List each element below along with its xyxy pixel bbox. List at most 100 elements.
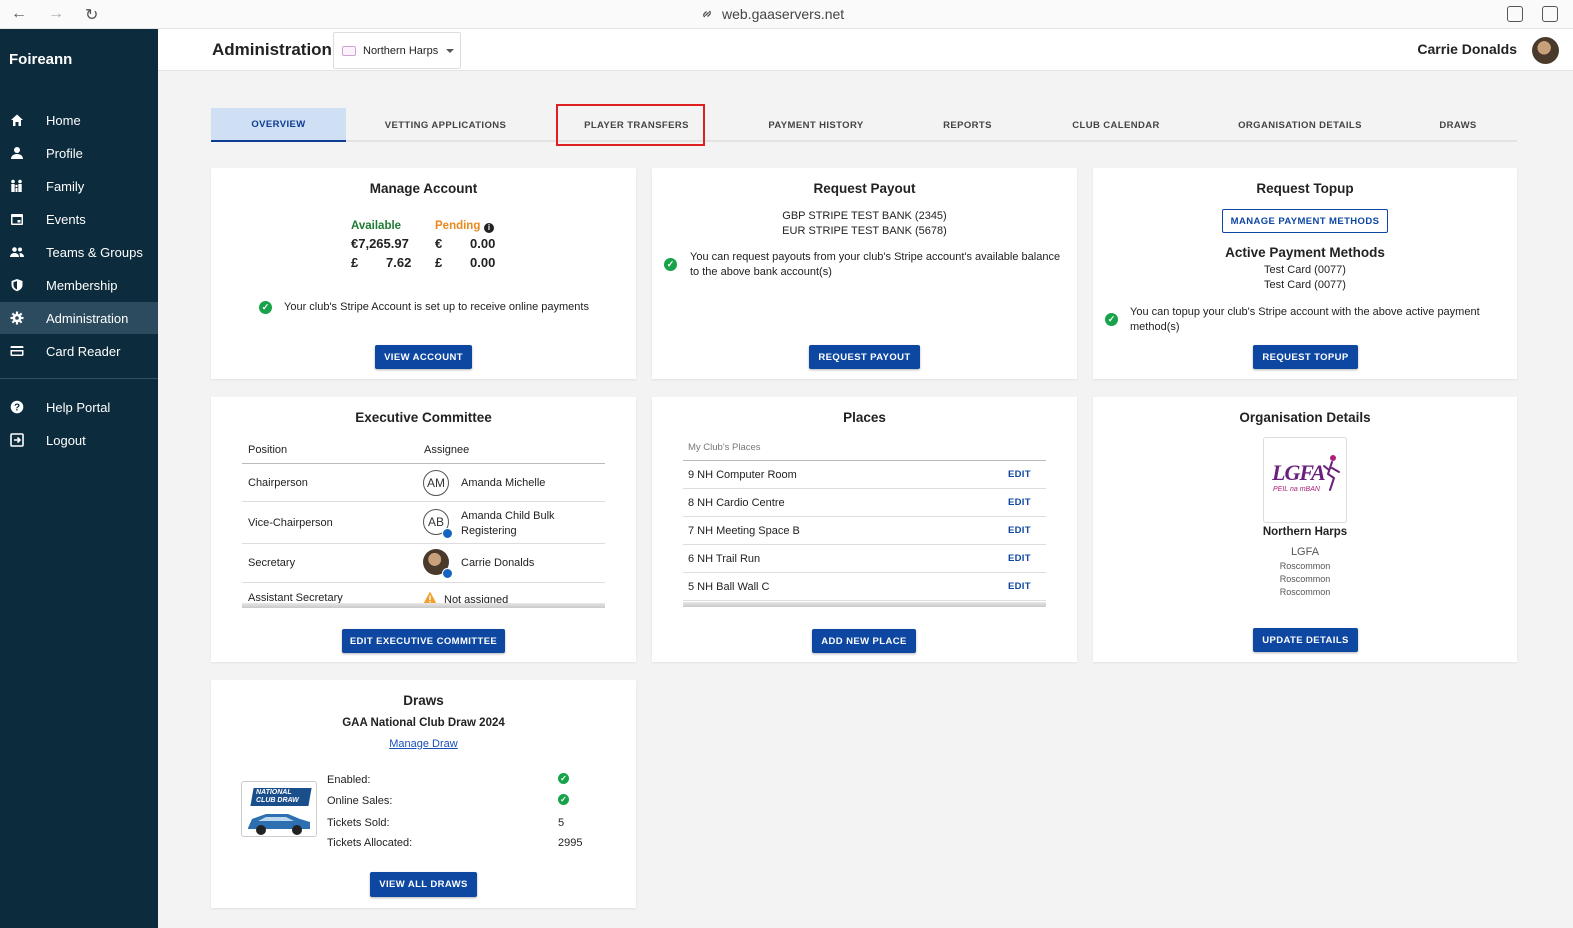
assignee-cell: Amanda Michelle: [461, 477, 546, 489]
card-title: Executive Committee: [355, 410, 492, 425]
sidebar-item-profile[interactable]: Profile: [0, 137, 158, 169]
tab-draws[interactable]: DRAWS: [1399, 108, 1517, 142]
assignee-cell: Amanda Child Bulk Registering: [461, 510, 555, 537]
request-payout-button[interactable]: REQUEST PAYOUT: [809, 345, 920, 369]
row-divider: [683, 600, 1046, 601]
card-title: Draws: [403, 693, 444, 708]
organisation-selector[interactable]: Northern Harps: [333, 32, 461, 69]
tab-overview[interactable]: OVERVIEW: [211, 108, 346, 142]
draw-logo: NATIONAL CLUB DRAW: [241, 781, 317, 837]
row-divider: [683, 516, 1046, 517]
edit-executive-committee-button[interactable]: EDIT EXECUTIVE COMMITTEE: [342, 629, 505, 653]
address-line-1: Roscommon: [1279, 561, 1331, 571]
manage-payment-methods-button[interactable]: MANAGE PAYMENT METHODS: [1222, 209, 1388, 233]
row-divider: [242, 543, 605, 544]
request-topup-card: Request Topup MANAGE PAYMENT METHODS Act…: [1093, 168, 1517, 379]
payment-method-2: Test Card (0077): [1264, 279, 1346, 291]
available-gbp: 7.62: [386, 255, 412, 270]
logo-text-line-2: CLUB DRAW: [256, 797, 299, 804]
tickets-allocated-value: 2995: [558, 837, 583, 849]
sidebar-item-label: Help Portal: [46, 399, 111, 415]
bank-account-1: GBP STRIPE TEST BANK (2345): [782, 210, 947, 222]
organisation-body: LGFA: [1290, 546, 1320, 558]
user-name[interactable]: Carrie Donalds: [1417, 41, 1517, 57]
sidebar-item-logout[interactable]: Logout: [0, 424, 158, 456]
place-name: 7 NH Meeting Space B: [688, 525, 800, 537]
row-divider: [242, 582, 605, 583]
sidebar-item-membership[interactable]: Membership: [0, 269, 158, 301]
pending-gbp: 0.00: [470, 255, 496, 270]
manage-draw-link[interactable]: Manage Draw: [211, 738, 636, 750]
logo-text: LGFA: [1272, 460, 1326, 485]
topup-info-text: You can topup your club's Stripe account…: [1130, 306, 1480, 333]
sidebar-toggle-icon[interactable]: [1542, 6, 1558, 22]
info-icon[interactable]: i: [484, 223, 494, 233]
sidebar-item-administration[interactable]: Administration: [0, 302, 158, 334]
sidebar-item-label: Family: [46, 178, 85, 194]
sidebar-item-label: Profile: [46, 145, 83, 161]
url-text: web.gaaservers.net: [722, 6, 845, 22]
page-title: Administration: [212, 40, 332, 59]
avatar: AM: [423, 470, 449, 496]
horizontal-scrollbar[interactable]: [242, 603, 605, 608]
add-new-place-button[interactable]: ADD NEW PLACE: [812, 629, 916, 653]
sidebar-item-family[interactable]: Family: [0, 170, 158, 202]
edit-place-link[interactable]: EDIT: [1008, 469, 1031, 480]
row-divider: [683, 572, 1046, 573]
sidebar-item-card-reader[interactable]: Card Reader: [0, 335, 158, 367]
column-header-position: Position: [248, 444, 288, 456]
manage-account-card: Manage Account Available Pending i €7,26…: [211, 168, 636, 379]
tab-payment-history[interactable]: PAYMENT HISTORY: [728, 108, 904, 142]
svg-text:?: ?: [14, 403, 20, 414]
car-icon: [248, 814, 310, 835]
brand-name: Foireann: [9, 51, 73, 68]
sidebar-divider: [0, 378, 158, 379]
edit-place-link[interactable]: EDIT: [1008, 525, 1031, 536]
check-circle-icon: ✓: [558, 773, 569, 784]
sidebar-item-label: Home: [46, 112, 81, 128]
reload-icon[interactable]: ↻: [85, 5, 98, 25]
extensions-icon[interactable]: [1507, 6, 1523, 22]
request-topup-button[interactable]: REQUEST TOPUP: [1253, 345, 1358, 369]
org-selector-value: Northern Harps: [363, 44, 439, 57]
sidebar-item-label: Logout: [46, 432, 86, 448]
card-title: Request Payout: [813, 181, 916, 196]
sidebar-item-help-portal[interactable]: ? Help Portal: [0, 391, 158, 423]
enabled-label: Enabled:: [327, 774, 371, 786]
sidebar-item-teams-groups[interactable]: Teams & Groups: [0, 236, 158, 268]
check-circle-icon: ✓: [259, 301, 272, 314]
tickets-sold-label: Tickets Sold:: [327, 817, 390, 829]
check-circle-icon: ✓: [664, 258, 677, 271]
tab-club-calendar[interactable]: CLUB CALENDAR: [1031, 108, 1201, 142]
view-all-draws-button[interactable]: VIEW ALL DRAWS: [370, 872, 477, 897]
calendar-icon: [10, 212, 24, 226]
available-eur: €7,265.97: [351, 236, 409, 251]
edit-place-link[interactable]: EDIT: [1008, 553, 1031, 564]
link-icon: [703, 10, 711, 18]
edit-place-link[interactable]: EDIT: [1008, 581, 1031, 592]
bank-account-2: EUR STRIPE TEST BANK (5678): [782, 225, 947, 237]
logout-icon: [10, 433, 24, 447]
tab-vetting-applications[interactable]: VETTING APPLICATIONS: [346, 108, 545, 142]
sidebar-item-events[interactable]: Events: [0, 203, 158, 235]
logo-text-line-1: NATIONAL: [256, 789, 292, 796]
table-header-divider: [242, 463, 605, 464]
edit-place-link[interactable]: EDIT: [1008, 497, 1031, 508]
view-account-button[interactable]: VIEW ACCOUNT: [375, 345, 472, 369]
address-bar[interactable]: web.gaaservers.net: [700, 6, 844, 22]
horizontal-scrollbar[interactable]: [683, 602, 1046, 607]
forward-icon[interactable]: →: [48, 5, 64, 23]
check-circle-icon: ✓: [1105, 313, 1118, 326]
row-divider: [683, 488, 1046, 489]
update-details-button[interactable]: UPDATE DETAILS: [1253, 628, 1358, 652]
tab-reports[interactable]: REPORTS: [904, 108, 1031, 142]
back-icon[interactable]: ←: [11, 5, 27, 23]
tab-organisation-details[interactable]: ORGANISATION DETAILS: [1201, 108, 1399, 142]
sidebar-item-home[interactable]: Home: [0, 104, 158, 136]
avatar[interactable]: [1532, 37, 1559, 64]
column-header-assignee: Assignee: [424, 444, 470, 456]
logo-subtext: PEIL na mBAN: [1273, 486, 1320, 493]
card-title: Manage Account: [369, 181, 478, 196]
group-icon: [10, 245, 24, 259]
card-title: Organisation Details: [1239, 410, 1371, 425]
